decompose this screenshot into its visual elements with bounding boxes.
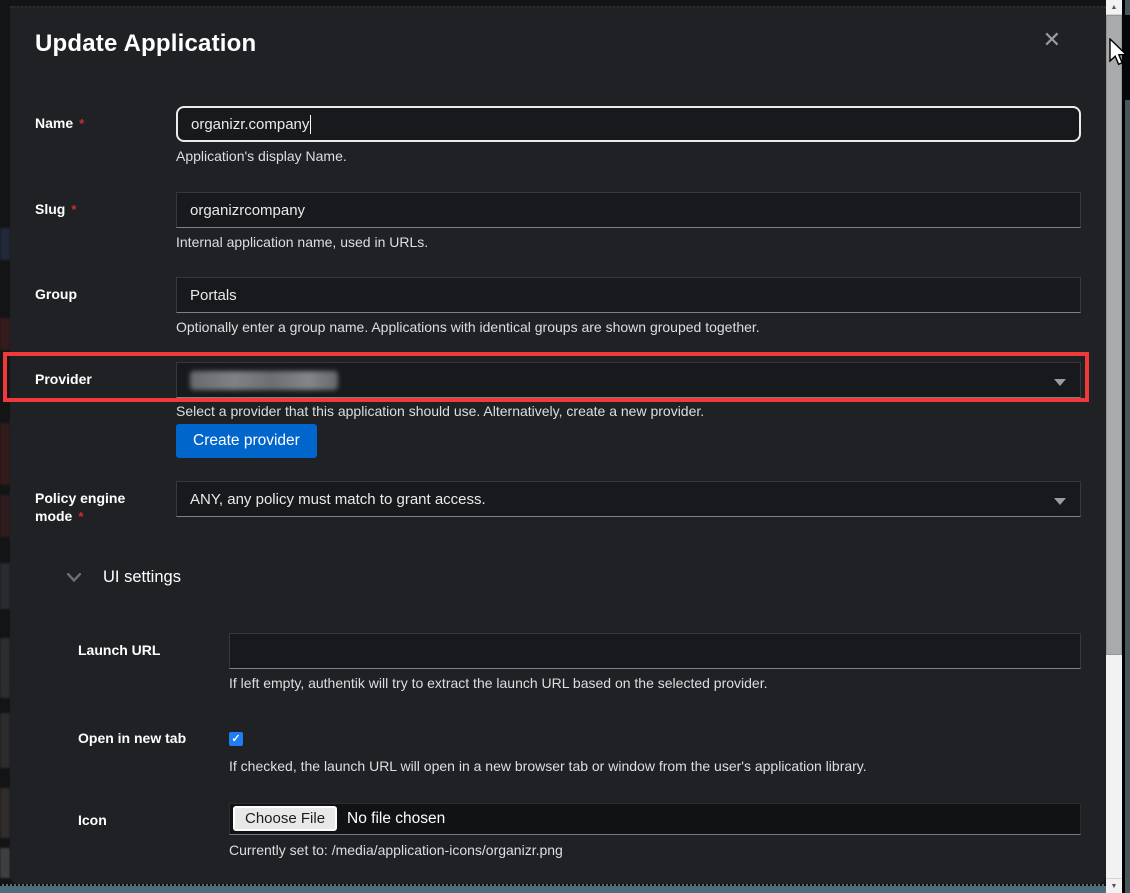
scrollbar[interactable]: ▲ ▼ (1106, 0, 1122, 893)
slug-help-text: Internal application name, used in URLs. (176, 235, 1081, 250)
required-asterisk: * (78, 509, 83, 524)
launch-url-help-text: If left empty, authentik will try to ext… (229, 676, 1081, 691)
dropdown-caret-icon (1054, 379, 1066, 386)
close-icon[interactable]: ✕ (1043, 30, 1061, 50)
chevron-down-icon (67, 573, 81, 582)
slug-input-value: organizrcompany (190, 202, 305, 219)
policy-engine-mode-value: ANY, any policy must match to grant acce… (190, 491, 486, 508)
policy-engine-mode-row: Policy engine mode* ANY, any policy must… (25, 481, 1081, 526)
launch-url-label: Launch URL (78, 642, 160, 658)
name-label: Name (35, 115, 73, 131)
backdrop-blob (0, 228, 10, 260)
required-asterisk: * (79, 116, 84, 131)
backdrop-blob (0, 423, 10, 485)
group-help-text: Optionally enter a group name. Applicati… (176, 320, 1081, 335)
icon-label: Icon (78, 812, 107, 828)
text-cursor (310, 115, 311, 134)
update-application-modal: Update Application ✕ Name * organizr.comp… (10, 6, 1106, 884)
provider-value-redacted (190, 371, 338, 390)
slug-field-row: Slug * organizrcompany Internal applicati… (25, 192, 1081, 250)
modal-title: Update Application (25, 30, 256, 58)
slug-label: Slug (35, 201, 65, 217)
backdrop-blob (0, 638, 10, 698)
page: Update Application ✕ Name * organizr.comp… (0, 0, 1130, 893)
group-input[interactable]: Portals (176, 277, 1081, 313)
name-help-text: Application's display Name. (176, 149, 1081, 164)
icon-help-text: Currently set to: /media/application-ico… (229, 843, 1081, 858)
policy-engine-mode-select[interactable]: ANY, any policy must match to grant acce… (176, 481, 1081, 517)
open-in-new-tab-label: Open in new tab (78, 730, 186, 746)
checkmark-icon: ✓ (231, 734, 240, 745)
launch-url-input[interactable] (229, 633, 1081, 669)
window-corner-notch (1122, 15, 1130, 100)
open-in-new-tab-help-text: If checked, the launch URL will open in … (229, 759, 1081, 774)
group-field-row: Group Portals Optionally enter a group n… (25, 277, 1081, 335)
group-label: Group (35, 286, 77, 302)
provider-select[interactable] (176, 362, 1081, 398)
ui-settings-section-title: UI settings (103, 568, 181, 587)
modal-header: Update Application ✕ (25, 30, 1081, 58)
provider-field-row: Provider Select a provider that this app… (25, 362, 1081, 458)
backdrop-blob (0, 713, 10, 768)
choose-file-button[interactable]: Choose File (233, 806, 337, 831)
open-in-new-tab-row: Open in new tab ✓ If checked, the launch… (78, 721, 1081, 774)
scrollbar-thumb[interactable] (1106, 15, 1122, 655)
file-chosen-status: No file chosen (347, 810, 445, 828)
icon-file-input[interactable]: Choose File No file chosen (229, 803, 1081, 835)
backdrop-blob (0, 848, 10, 878)
dropdown-caret-icon (1054, 498, 1066, 505)
scroll-down-button[interactable]: ▼ (1106, 878, 1122, 893)
ui-settings-group: Launch URL If left empty, authentik will… (25, 633, 1081, 884)
provider-help-text: Select a provider that this application … (176, 404, 1081, 419)
name-input-value: organizr.company (191, 116, 309, 133)
backdrop-blob (0, 563, 10, 609)
page-bottom-strip (0, 884, 1106, 893)
ui-settings-section-toggle[interactable]: UI settings (25, 568, 1081, 587)
name-input[interactable]: organizr.company (176, 106, 1081, 142)
provider-label: Provider (35, 371, 92, 387)
required-asterisk: * (71, 202, 76, 217)
group-input-value: Portals (190, 287, 237, 304)
backdrop-blob (0, 318, 10, 350)
open-in-new-tab-checkbox[interactable]: ✓ (229, 732, 243, 746)
icon-field-row: Icon Choose File No file chosen Currentl… (78, 803, 1081, 858)
backdrop-blob (0, 788, 10, 838)
backdrop-blob (0, 495, 10, 537)
window-right-border (1122, 0, 1125, 893)
slug-input[interactable]: organizrcompany (176, 192, 1081, 228)
scroll-up-button[interactable]: ▲ (1106, 0, 1122, 15)
launch-url-field-row: Launch URL If left empty, authentik will… (78, 633, 1081, 691)
create-provider-button[interactable]: Create provider (176, 424, 317, 458)
window-right-edge (1125, 0, 1130, 893)
name-field-row: Name * organizr.company Application's dis… (25, 106, 1081, 164)
